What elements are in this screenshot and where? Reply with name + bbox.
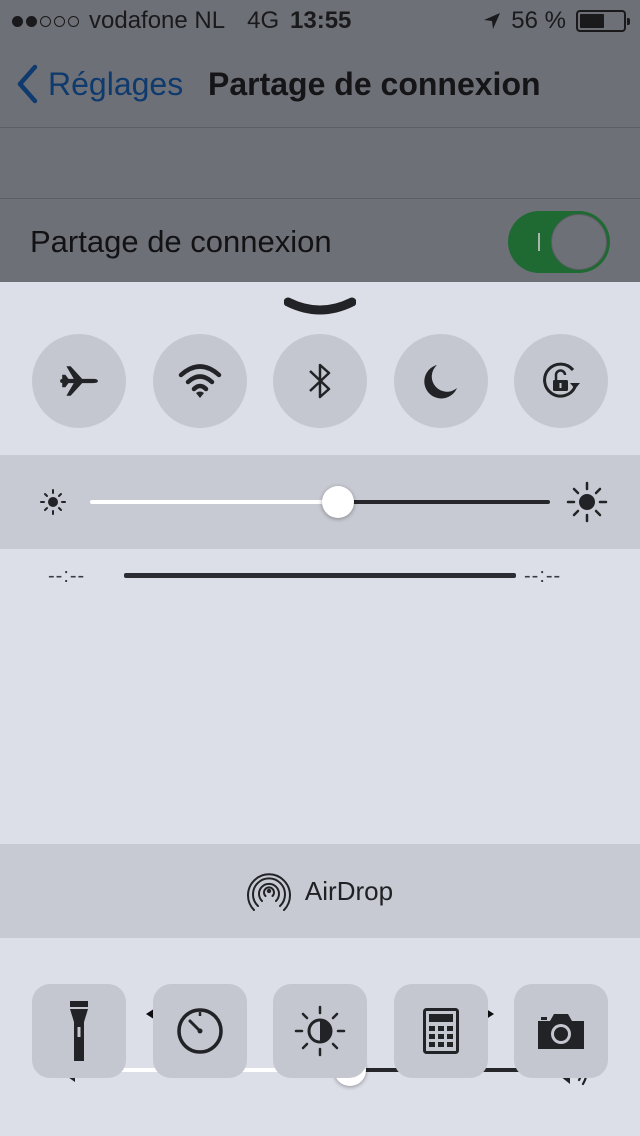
- timer-icon: [177, 1008, 223, 1054]
- flashlight-icon: [70, 1001, 88, 1061]
- moon-icon: [424, 365, 457, 399]
- media-controls: --:-- --:--: [0, 549, 640, 1086]
- network-label: 4G: [247, 7, 280, 34]
- camera-icon: [538, 1014, 584, 1049]
- back-button[interactable]: Réglages: [16, 64, 183, 104]
- battery-percent: 56 %: [511, 7, 566, 34]
- back-label: Réglages: [48, 65, 184, 102]
- playback-scrubber[interactable]: [124, 573, 516, 578]
- rotation-lock-toggle[interactable]: [514, 334, 608, 428]
- toggle-knob: [551, 214, 607, 270]
- chevron-down-handle-icon[interactable]: [284, 296, 356, 318]
- clock: 13:55: [290, 7, 352, 34]
- navigation-bar: Réglages Partage de connexion: [0, 40, 640, 128]
- do-not-disturb-toggle[interactable]: [394, 334, 488, 428]
- brightness-section: [0, 455, 640, 549]
- rotation-lock-icon: [543, 362, 580, 398]
- night-shift-button[interactable]: [273, 984, 367, 1078]
- bluetooth-toggle[interactable]: [273, 334, 367, 428]
- bluetooth-icon: [309, 363, 331, 399]
- brightness-high-icon: [566, 481, 608, 523]
- flashlight-button[interactable]: [32, 984, 126, 1078]
- airdrop-button[interactable]: AirDrop: [0, 844, 640, 938]
- hotspot-label: Partage de connexion: [30, 224, 332, 259]
- battery-icon: [576, 10, 630, 32]
- brightness-slider[interactable]: [90, 485, 550, 519]
- airplane-mode-toggle[interactable]: [32, 334, 126, 428]
- carrier-label: vodafone NL: [89, 7, 226, 34]
- timer-button[interactable]: [153, 984, 247, 1078]
- status-bar: vodafone NL 4G 13:55 56 %: [0, 0, 640, 40]
- calculator-icon: [423, 1008, 459, 1054]
- camera-button[interactable]: [514, 984, 608, 1078]
- wifi-toggle[interactable]: [153, 334, 247, 428]
- night-shift-icon: [294, 1005, 346, 1057]
- brightness-low-icon: [40, 489, 66, 515]
- airdrop-label: AirDrop: [304, 875, 394, 906]
- airplane-icon: [60, 366, 98, 396]
- wifi-icon: [178, 364, 222, 398]
- remaining-time: --:--: [524, 565, 562, 587]
- signal-strength-icon: [12, 15, 79, 27]
- hotspot-toggle[interactable]: [508, 211, 610, 273]
- shortcut-buttons: [0, 984, 640, 1080]
- calculator-button[interactable]: [394, 984, 488, 1078]
- airdrop-icon: [246, 873, 291, 911]
- location-arrow-icon: [484, 13, 501, 29]
- brightness-slider-thumb[interactable]: [322, 486, 354, 518]
- quick-toggles: [0, 334, 640, 430]
- page-title: Partage de connexion: [208, 66, 541, 102]
- section-spacer: [0, 129, 640, 199]
- elapsed-time: --:--: [48, 565, 86, 587]
- control-center: --:-- --:-- AirDrop: [0, 282, 640, 1136]
- chevron-left-icon: [17, 64, 38, 104]
